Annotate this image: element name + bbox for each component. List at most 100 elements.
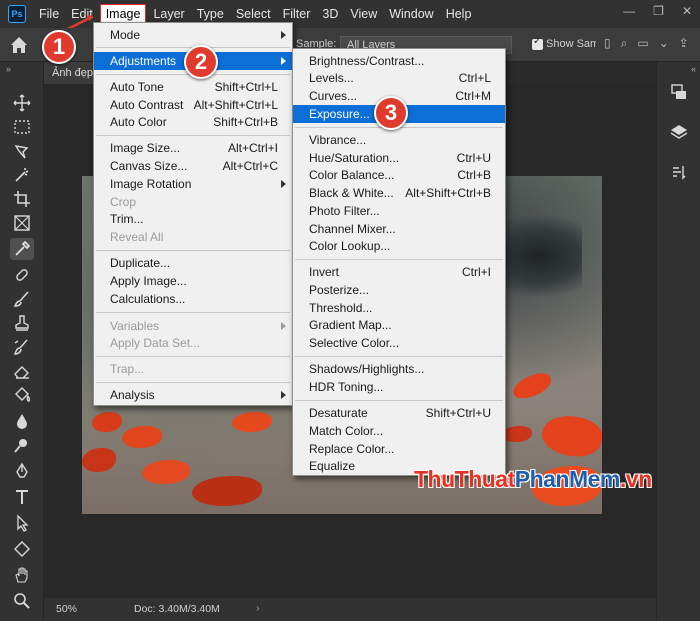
options-icons: ▯ ⌕ ▭ ⌄ ⇪ [604, 36, 689, 51]
menu-item-image-rotation[interactable]: Image Rotation [94, 175, 292, 193]
frame-tool-icon[interactable] [10, 212, 34, 234]
search-icon[interactable]: ⌕ [621, 36, 628, 51]
menu-item-desaturate[interactable]: Desaturate Shift+Ctrl+U [293, 404, 505, 422]
home-icon[interactable] [8, 34, 30, 56]
menu-item-color-lookup[interactable]: Color Lookup... [293, 237, 505, 255]
watermark-logo: ThuThuatPhanMem.vn [414, 466, 652, 492]
submenu-arrow-icon [281, 391, 286, 399]
hand-tool-icon[interactable] [10, 564, 34, 586]
menu-item-photo-filter[interactable]: Photo Filter... [293, 202, 505, 220]
menu-separator [96, 135, 290, 136]
menu-item-black-white[interactable]: Black & White... Alt+Shift+Ctrl+B [293, 184, 505, 202]
show-sampling-checkbox[interactable] [532, 36, 543, 50]
chevron-right-icon[interactable]: › [256, 602, 260, 614]
menu-item-apply-data-set: Apply Data Set... [110, 336, 201, 350]
collapse-icon[interactable]: « [691, 64, 696, 74]
close-icon[interactable]: ✕ [682, 4, 692, 18]
menu-item-auto-color[interactable]: Auto Color Shift+Ctrl+B [94, 113, 292, 131]
menu-item-duplicate[interactable]: Duplicate... [94, 254, 292, 272]
zoom-tool-icon[interactable] [10, 590, 34, 612]
menu-item-color-balance[interactable]: Color Balance... Ctrl+B [293, 166, 505, 184]
menu-item-gradient-map[interactable]: Gradient Map... [293, 316, 505, 334]
shape-tool-icon[interactable] [10, 538, 34, 560]
menu-item-crop: Crop [110, 195, 137, 209]
blur-tool-icon[interactable] [10, 410, 34, 432]
menu-separator [295, 356, 503, 357]
menu-view[interactable]: View [345, 4, 382, 24]
crop-tool-icon[interactable] [10, 188, 34, 210]
stamp-tool-icon[interactable] [10, 312, 34, 334]
pen-tool-icon[interactable] [10, 460, 34, 482]
menu-help[interactable]: Help [441, 4, 477, 24]
menu-3d[interactable]: 3D [317, 4, 343, 24]
dodge-tool-icon[interactable] [10, 434, 34, 456]
menu-separator [96, 356, 290, 357]
menu-item-hdr-toning[interactable]: HDR Toning... [293, 378, 505, 396]
menu-item-levels[interactable]: Levels... Ctrl+L [293, 69, 505, 87]
healing-brush-tool-icon[interactable] [10, 264, 34, 286]
menu-item-calculations[interactable]: Calculations... [94, 290, 292, 308]
menu-file[interactable]: File [34, 4, 64, 24]
menu-type[interactable]: Type [192, 4, 229, 24]
menu-filter[interactable]: Filter [278, 4, 316, 24]
lasso-tool-icon[interactable] [10, 140, 34, 162]
eyedropper-tool-icon[interactable] [10, 238, 34, 260]
menu-item-reveal-all: Reveal All [110, 230, 164, 244]
marquee-tool-icon[interactable] [10, 116, 34, 138]
history-brush-tool-icon[interactable] [10, 336, 34, 358]
share-icon[interactable]: ⇪ [679, 36, 689, 51]
menu-item-auto-contrast[interactable]: Auto Contrast Alt+Shift+Ctrl+L [94, 96, 292, 114]
menu-item-replace-color[interactable]: Replace Color... [293, 440, 505, 458]
menu-item-match-color[interactable]: Match Color... [293, 422, 505, 440]
menu-item-canvas-size[interactable]: Canvas Size... Alt+Ctrl+C [94, 157, 292, 175]
status-bar: 50% Doc: 3.40M/3.40M › [44, 598, 656, 621]
menu-item-brightness-contrast[interactable]: Brightness/Contrast... [293, 52, 505, 70]
menu-item-invert[interactable]: Invert Ctrl+I [293, 263, 505, 281]
step-badge-2: 2 [184, 45, 218, 79]
menu-select[interactable]: Select [231, 4, 276, 24]
menu-item-vibrance[interactable]: Vibrance... [293, 131, 505, 149]
menu-item-channel-mixer[interactable]: Channel Mixer... [293, 220, 505, 238]
menu-item-auto-tone[interactable]: Auto Tone Shift+Ctrl+L [94, 78, 292, 96]
menu-item-hue-saturation[interactable]: Hue/Saturation... Ctrl+U [293, 149, 505, 167]
menu-item-apply-image[interactable]: Apply Image... [94, 272, 292, 290]
brush-tool-icon[interactable] [10, 288, 34, 310]
type-tool-icon[interactable] [10, 486, 34, 508]
right-panel-dock: « [656, 62, 700, 621]
chevron-down-icon[interactable]: ⌄ [659, 36, 669, 51]
workspace-icon[interactable]: ▭ [637, 36, 648, 51]
menu-item-image-size[interactable]: Image Size... Alt+Ctrl+I [94, 139, 292, 157]
document-info: Doc: 3.40M/3.40M [134, 603, 220, 615]
color-panel-icon[interactable] [669, 82, 689, 102]
frame-icon[interactable]: ▯ [604, 36, 611, 51]
menu-separator [295, 259, 503, 260]
history-panel-icon[interactable] [669, 162, 689, 182]
menu-item-threshold[interactable]: Threshold... [293, 299, 505, 317]
menu-item-analysis[interactable]: Analysis [94, 386, 292, 404]
magic-wand-tool-icon[interactable] [10, 164, 34, 186]
menu-image[interactable]: Image [99, 4, 147, 24]
submenu-arrow-icon [281, 180, 286, 188]
submenu-arrow-icon [281, 322, 286, 330]
menu-layer[interactable]: Layer [148, 4, 189, 24]
zoom-level[interactable]: 50% [56, 603, 77, 615]
menu-separator [96, 382, 290, 383]
eraser-tool-icon[interactable] [10, 360, 34, 382]
panel-collapse-icon[interactable]: » [6, 64, 11, 74]
minimize-icon[interactable]: — [623, 4, 635, 18]
path-selection-tool-icon[interactable] [10, 512, 34, 534]
move-tool-icon[interactable] [10, 92, 34, 114]
paint-bucket-tool-icon[interactable] [10, 384, 34, 406]
restore-icon[interactable]: ❐ [653, 4, 664, 18]
submenu-arrow-icon [281, 57, 286, 65]
menu-item-variables: Variables [94, 317, 292, 335]
menu-item-shadows-highlights[interactable]: Shadows/Highlights... [293, 360, 505, 378]
menu-item-trim[interactable]: Trim... [94, 210, 292, 228]
menu-item-selective-color[interactable]: Selective Color... [293, 334, 505, 352]
image-menu: Mode Adjustments Auto Tone Shift+Ctrl+L A… [93, 22, 293, 406]
step-arrow-icon [67, 15, 94, 28]
layers-panel-icon[interactable] [669, 122, 689, 142]
menu-item-posterize[interactable]: Posterize... [293, 281, 505, 299]
menu-window[interactable]: Window [384, 4, 438, 24]
menu-item-mode[interactable]: Mode [94, 26, 292, 44]
